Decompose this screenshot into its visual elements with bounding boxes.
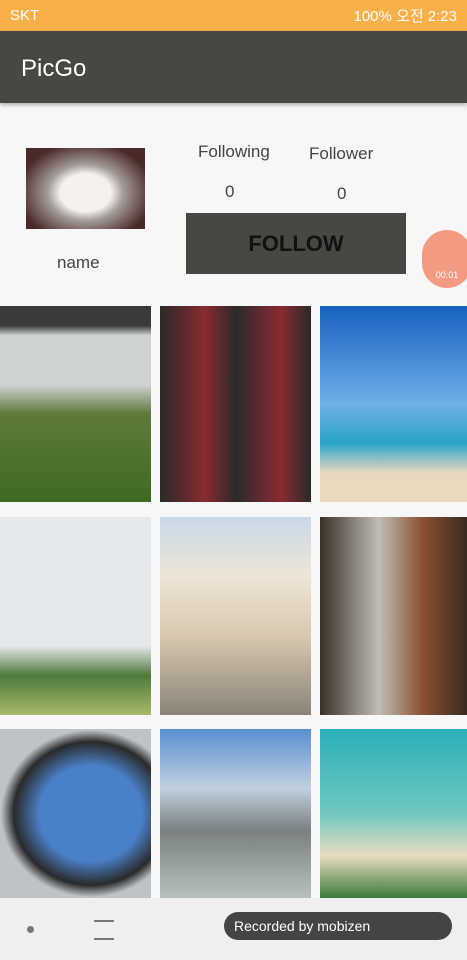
follower-label: Follower [309, 144, 374, 163]
record-timer: 00:01 [435, 270, 459, 280]
app-bar: PicGo [0, 31, 467, 103]
nav-home-dot-icon[interactable] [27, 926, 34, 933]
photo-group-photo[interactable] [160, 306, 311, 502]
recorded-by-text: Recorded by mobizen [234, 918, 371, 934]
status-bar: SKT 100% 오전 2:23 [0, 0, 467, 31]
following-label: Following [198, 142, 270, 161]
photo-park-sign[interactable] [0, 306, 151, 502]
photo-airplane-window[interactable] [0, 729, 151, 898]
avatar[interactable] [26, 148, 145, 229]
profile-name: name [57, 253, 100, 272]
app-title: PicGo [21, 55, 87, 82]
recording-watermark: Recorded by mobizen [224, 912, 452, 940]
follow-button[interactable]: FOLLOW [186, 213, 406, 274]
carrier: SKT [10, 7, 40, 24]
photo-beach-umbrella[interactable] [320, 306, 467, 502]
photo-louvre-pyramid[interactable] [160, 729, 311, 898]
follower-count: 0 [337, 184, 347, 203]
photo-eiffel-tower[interactable] [0, 517, 151, 715]
photo-street-people[interactable] [320, 517, 467, 715]
nav-recents-icon[interactable] [94, 920, 114, 940]
clock: 오전 2:23 [396, 8, 457, 25]
battery: 100% [353, 8, 392, 25]
photo-tropical-beach[interactable] [320, 729, 467, 898]
mobizen-bubble[interactable]: 00:01 [422, 230, 467, 288]
following-count: 0 [225, 182, 235, 201]
photo-kremlin-cathedral[interactable] [160, 517, 311, 715]
